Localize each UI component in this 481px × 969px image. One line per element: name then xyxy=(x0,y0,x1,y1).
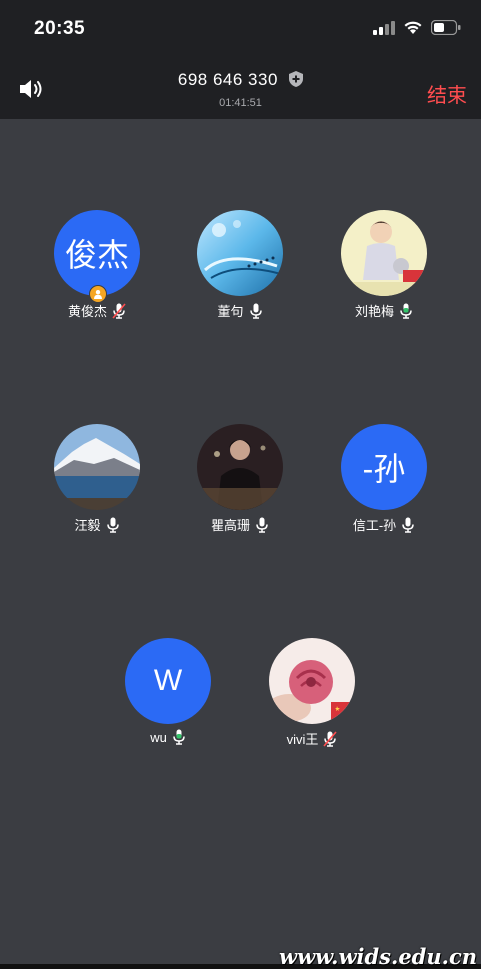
meeting-id: 698 646 330 xyxy=(177,70,278,89)
signal-icon xyxy=(373,20,395,35)
mic-icon xyxy=(402,517,414,533)
mic-active-icon xyxy=(400,303,412,319)
participant-tile[interactable]: 俊杰 黄俊杰 xyxy=(27,210,167,320)
shield-icon xyxy=(289,71,304,92)
avatar xyxy=(269,638,355,724)
battery-icon xyxy=(431,20,461,35)
participant-name: 信工-孙 xyxy=(352,518,397,533)
mic-active-icon xyxy=(173,729,185,745)
avatar xyxy=(197,424,283,510)
participant-tile[interactable]: vivi王 xyxy=(242,638,382,748)
participant-tile[interactable]: W wu xyxy=(98,638,238,745)
participant-name: wu xyxy=(150,729,167,745)
participant-name: 董句 xyxy=(217,304,244,319)
avatar: 俊杰 xyxy=(54,210,140,296)
avatar xyxy=(197,210,283,296)
host-badge-icon xyxy=(89,285,107,303)
avatar: -孙 xyxy=(341,424,427,510)
participant-tile[interactable]: 董句 xyxy=(170,210,310,320)
meeting-id-row[interactable]: 698 646 330 xyxy=(0,70,481,92)
participant-name: 黄俊杰 xyxy=(67,304,107,319)
participant-tile[interactable]: 刘艳梅 xyxy=(314,210,454,320)
mic-muted-icon xyxy=(323,730,337,747)
wifi-icon xyxy=(404,21,422,34)
participant-name: 刘艳梅 xyxy=(354,304,394,319)
participant-tile[interactable]: 瞿高珊 xyxy=(170,424,310,534)
mic-icon xyxy=(249,303,262,319)
watermark: www.wids.edu.cn xyxy=(279,944,477,969)
mic-muted-icon xyxy=(112,302,126,319)
status-bar: 20:35 xyxy=(0,0,481,58)
mic-icon xyxy=(106,517,119,533)
meeting-duration: 01:41:51 xyxy=(219,97,262,109)
avatar xyxy=(54,424,140,510)
meeting-header: 698 646 330 01:41:51 结束 xyxy=(0,58,481,119)
status-time: 20:35 xyxy=(34,18,86,39)
participant-name: 瞿高珊 xyxy=(210,518,250,533)
participant-name: 汪毅 xyxy=(74,518,101,533)
status-icons xyxy=(373,20,461,35)
participant-tile[interactable]: 汪毅 xyxy=(27,424,167,534)
avatar: W xyxy=(125,638,211,724)
participant-name: vivi王 xyxy=(286,732,319,747)
avatar xyxy=(341,210,427,296)
participant-tile[interactable]: -孙 信工-孙 xyxy=(314,424,454,534)
mic-icon xyxy=(256,517,268,533)
end-meeting-button[interactable]: 结束 xyxy=(427,79,467,108)
